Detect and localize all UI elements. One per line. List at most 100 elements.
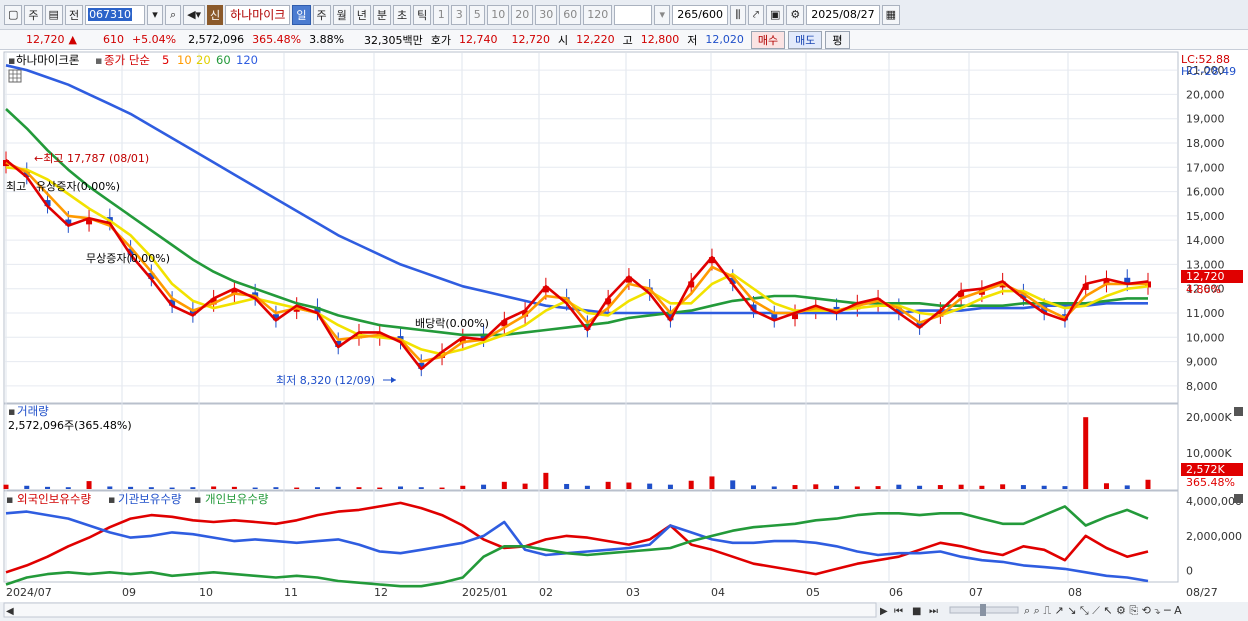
zoom-slider-handle[interactable]: [980, 604, 986, 616]
custom-interval-input[interactable]: [614, 4, 653, 25]
buy-button[interactable]: 매수: [750, 30, 786, 49]
interval-5[interactable]: 5: [469, 4, 486, 25]
high-annotation: ←최고 17,787 (08/01): [34, 152, 149, 165]
holdings-legend-inst[interactable]: 기관보유수량: [118, 492, 182, 506]
count-max: /600: [698, 8, 723, 21]
scroll-left-icon[interactable]: ◀: [6, 606, 14, 617]
sell-button[interactable]: 매도: [788, 30, 823, 49]
interval-60[interactable]: 60: [559, 4, 582, 25]
period-week-button[interactable]: 주: [312, 4, 331, 25]
price: 12,720: [26, 33, 65, 46]
calendar-icon[interactable]: ▦: [881, 4, 901, 25]
volume-bar: [335, 486, 341, 489]
volume-bar: [750, 485, 756, 489]
holdings-legend-foreign[interactable]: 외국인보유수량: [17, 492, 91, 506]
scroll-start-icon[interactable]: ⏮: [894, 606, 903, 617]
volume-bar: [190, 487, 196, 489]
volume-bar: [252, 487, 258, 489]
volume-value: 2,572,096주(365.48%): [8, 419, 132, 432]
price-tick-12: 20,000: [1186, 88, 1225, 101]
count-value: 265: [677, 8, 699, 21]
volume-title[interactable]: 거래량: [17, 404, 49, 418]
price-tick-0: 8,000: [1186, 380, 1218, 393]
holdings-tick-2: 4,000,000: [1186, 495, 1242, 508]
volume-bar: [231, 486, 237, 489]
scroll-right-icon[interactable]: ▶: [880, 606, 888, 617]
legend-stock[interactable]: 하나마이크론: [16, 53, 79, 67]
count-input[interactable]: 265/600: [672, 4, 728, 25]
volume-panel-close-icon[interactable]: [1234, 407, 1243, 416]
change-arrow: ▲: [68, 33, 77, 46]
code-dropdown-icon[interactable]: ▾: [147, 4, 164, 25]
stop-icon[interactable]: ■: [912, 606, 921, 617]
period-main-select[interactable]: 주: [24, 4, 43, 25]
volume-bar: [65, 487, 71, 489]
volume-bar: [1000, 484, 1006, 489]
period-month-button[interactable]: 월: [332, 4, 351, 25]
toolbar: ▢ 주 ▤ 전 067310 ▾ ⌕ ◀▾ 신 하나마이크 일 주 월 년 분 …: [0, 0, 1248, 30]
stock-name: 하나마이크: [225, 4, 291, 25]
search-icon[interactable]: ⌕: [165, 4, 182, 25]
volume-ratio-tag: 365.48%: [1186, 476, 1235, 489]
volume-bar: [875, 486, 881, 489]
volume-bar: [854, 486, 860, 489]
speaker-icon[interactable]: ◀▾: [183, 4, 206, 25]
volume-bar: [148, 487, 154, 489]
chart-settings-icon[interactable]: ▤: [44, 4, 63, 25]
chart-area: 8,000 9,000 10,000 11,000 12,000 13,000 14,000…: [0, 50, 1248, 621]
x-tick-3: 11: [284, 586, 298, 599]
horizontal-scrollbar[interactable]: [3, 602, 877, 618]
date-input[interactable]: 2025/08/27: [806, 4, 880, 25]
flat-button[interactable]: 평: [825, 30, 850, 49]
volume-bar: [128, 486, 134, 489]
period-year-button[interactable]: 년: [352, 4, 371, 25]
legend-ma-label[interactable]: 종가 단순: [104, 53, 150, 67]
scroll-end-icon[interactable]: ⏭: [929, 606, 938, 617]
x-tick-1: 09: [122, 586, 136, 599]
period-tick-button[interactable]: 틱: [413, 4, 432, 25]
volume-bar: [792, 485, 798, 489]
x-tick-4: 12: [374, 586, 388, 599]
event3-annotation: 배당락(0.00%): [415, 317, 489, 330]
table-icon[interactable]: [8, 69, 22, 83]
volume-bar: [1103, 483, 1109, 489]
toolbar-tool-icons[interactable]: ⌕ ⌕ ⎍ ↗ ↘ ⤡ ⟋ ↖ ⚙ ⎘ ⟲ ⤵ ─ A: [1024, 604, 1182, 617]
price-tick-3: 11,000: [1186, 307, 1225, 320]
prev-button[interactable]: 전: [64, 4, 84, 25]
open-label: 시: [558, 33, 569, 47]
volume-bar: [813, 484, 819, 489]
period-day-button[interactable]: 일: [292, 4, 311, 25]
volume-bar: [1145, 479, 1151, 489]
draw-tool-icon[interactable]: ⤤: [747, 4, 764, 25]
holdings-tick-0: 0: [1186, 565, 1193, 578]
gear-icon[interactable]: ⚙: [786, 4, 805, 25]
interval-1[interactable]: 1: [433, 4, 450, 25]
volume-bar: [667, 484, 673, 489]
price-tick-2: 10,000: [1186, 331, 1225, 344]
interval-dropdown-icon[interactable]: ▾: [654, 4, 671, 25]
chart-menu-icon[interactable]: ▢: [4, 4, 23, 25]
interval-3[interactable]: 3: [451, 4, 468, 25]
holdings-dot-3: ▪: [194, 493, 201, 506]
volume-bar: [1041, 485, 1047, 489]
interval-20[interactable]: 20: [511, 4, 534, 25]
interval-30[interactable]: 30: [535, 4, 558, 25]
volume-bar: [522, 483, 528, 489]
period-second-button[interactable]: 초: [393, 4, 412, 25]
high-label: 고: [622, 33, 633, 47]
price-tick-11: 19,000: [1186, 113, 1225, 126]
ask2: 12,720: [511, 33, 551, 46]
holdings-legend-indiv[interactable]: 개인보유수량: [205, 492, 269, 506]
volume-bar: [564, 483, 570, 489]
interval-10[interactable]: 10: [487, 4, 510, 25]
volume-bar: [771, 486, 777, 489]
candle-type-icon[interactable]: ⫼: [729, 4, 746, 25]
interval-120[interactable]: 120: [583, 4, 613, 25]
open: 12,220: [576, 33, 615, 46]
volume-bar: [688, 480, 694, 489]
save-icon[interactable]: ▣: [765, 4, 785, 25]
period-minute-button[interactable]: 분: [372, 4, 391, 25]
holdings-panel-close-icon[interactable]: [1234, 494, 1243, 503]
stock-code-input[interactable]: 067310: [85, 4, 146, 25]
holdings-tick-1: 2,000,000: [1186, 530, 1242, 543]
